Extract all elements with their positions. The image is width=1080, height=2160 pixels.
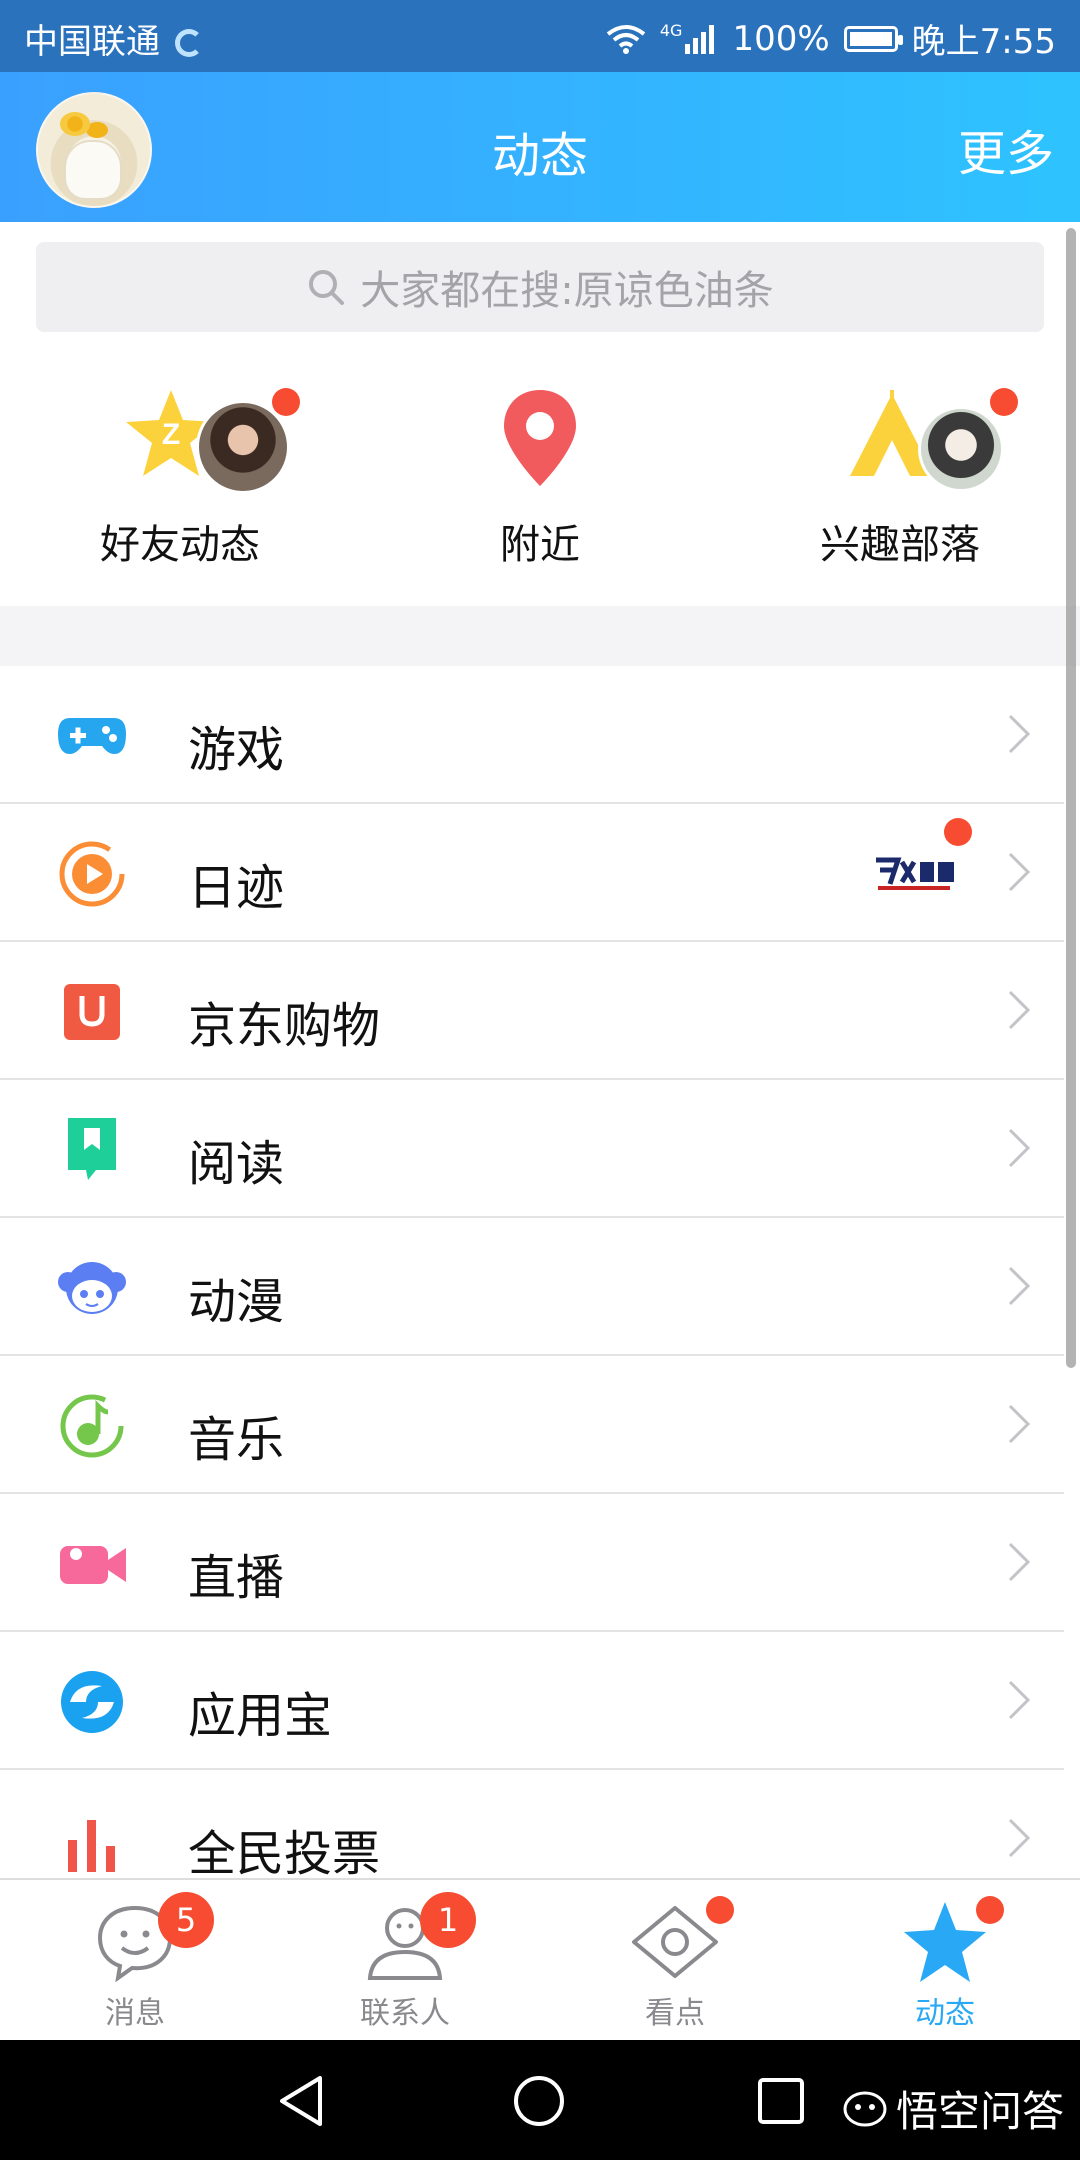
list-item-jd-shopping[interactable]: 京东购物 (0, 942, 1064, 1080)
quick-entry-nearby[interactable]: 附近 (360, 380, 720, 580)
wukong-logo-icon (843, 2091, 887, 2126)
carrier-logo-icon (174, 29, 203, 57)
list-item-reading[interactable]: 阅读 (0, 1080, 1064, 1218)
list-item-label: 动漫 (188, 1274, 285, 1330)
friend-avatar (196, 400, 290, 494)
list-item-label: 全民投票 (188, 1826, 381, 1878)
tab-feeds[interactable]: 动态 (810, 1880, 1080, 2042)
tribe-avatar (918, 406, 1004, 492)
search-icon (309, 270, 345, 305)
notification-dot (944, 818, 972, 846)
battery-icon (843, 25, 903, 52)
network-type: 4G (659, 21, 683, 40)
status-bar: 中国联通 4G 100% 晚上7:55 (0, 0, 1080, 72)
list-item-games[interactable]: 游戏 (0, 666, 1064, 804)
star-icon (904, 1902, 986, 1982)
unread-badge: 1 (420, 1892, 476, 1948)
list-item-live[interactable]: 直播 (0, 1494, 1064, 1632)
list-item-music[interactable]: 音乐 (0, 1356, 1064, 1494)
more-button[interactable]: 更多 (958, 114, 1054, 184)
scrollbar[interactable] (1066, 228, 1076, 1368)
list-item-daily-trace[interactable]: 日迹 (0, 804, 1064, 942)
tab-label: 动态 (915, 1996, 975, 2031)
battery-percent: 100% (732, 18, 830, 59)
bar-chart-icon (68, 1820, 115, 1872)
home-icon[interactable] (512, 2074, 566, 2128)
quick-entry-label: 好友动态 (100, 522, 260, 568)
list-item-label: 应用宝 (188, 1688, 333, 1744)
chevron-right-icon (1008, 1680, 1031, 1720)
quick-entry-interest-tribe[interactable]: 兴趣部落 (720, 380, 1080, 580)
chevron-right-icon (1008, 1542, 1031, 1582)
svg-text:Z: Z (162, 418, 180, 451)
app-store-icon (61, 1671, 123, 1733)
chevron-right-icon (1008, 1128, 1031, 1168)
chevron-right-icon (1008, 990, 1031, 1030)
tab-messages[interactable]: 5 消息 (0, 1880, 270, 2042)
system-nav-bar: 悟空问答 (0, 2040, 1080, 2160)
tab-kandian[interactable]: 看点 (540, 1880, 810, 2042)
chevron-right-icon (1008, 852, 1031, 892)
tab-label: 联系人 (360, 1996, 450, 2031)
location-pin-icon (504, 390, 576, 486)
dance-show-logo-icon (874, 854, 956, 890)
play-circle-icon (59, 841, 125, 907)
list-item-label: 音乐 (188, 1412, 285, 1468)
quick-entry-label: 兴趣部落 (820, 522, 980, 568)
list-item-label: 游戏 (188, 722, 285, 778)
chevron-right-icon (1008, 1818, 1031, 1858)
carrier-label: 中国联通 (24, 14, 203, 63)
chevron-right-icon (1008, 1266, 1031, 1306)
quick-entry-friends-feed[interactable]: Z 好友动态 (0, 380, 360, 580)
search-bar[interactable]: 大家都在搜:原谅色油条 (36, 242, 1044, 332)
chevron-right-icon (1008, 714, 1031, 754)
list-item-app-store[interactable]: 应用宝 (0, 1632, 1064, 1770)
anime-face-icon (58, 1262, 126, 1314)
list-item-label: 阅读 (188, 1136, 285, 1192)
quick-entry-label: 附近 (500, 522, 580, 568)
unread-badge: 5 (158, 1892, 214, 1948)
music-note-icon (60, 1394, 124, 1458)
tab-label: 消息 (105, 1996, 165, 2031)
chevron-right-icon (1008, 1404, 1031, 1444)
jd-bag-icon (64, 984, 120, 1040)
clock: 晚上7:55 (911, 22, 1056, 62)
top-header: 动态 更多 (0, 72, 1080, 222)
tab-label: 看点 (645, 1996, 705, 2031)
recents-icon[interactable] (756, 2076, 806, 2126)
list-item-label: 日迹 (188, 860, 285, 916)
book-bookmark-icon (68, 1118, 116, 1180)
notification-dot (990, 388, 1018, 416)
gamepad-icon (58, 718, 126, 754)
list-item-label: 直播 (188, 1550, 285, 1606)
watermark: 悟空问答 (842, 2078, 1064, 2139)
tab-contacts[interactable]: 1 联系人 (270, 1880, 540, 2042)
bottom-tab-bar: 5 消息 1 联系人 看点 动态 (0, 1878, 1080, 2042)
back-icon[interactable] (276, 2074, 326, 2128)
notification-dot (272, 388, 300, 416)
signal-icon (685, 24, 715, 54)
page-title: 动态 (491, 128, 588, 184)
search-placeholder: 大家都在搜:原谅色油条 (360, 268, 774, 314)
section-divider (0, 606, 1080, 666)
notification-dot (976, 1896, 1004, 1924)
notification-dot (706, 1896, 734, 1924)
list-item-voting[interactable]: 全民投票 (0, 1770, 1064, 1878)
wifi-icon (606, 24, 646, 54)
status-right: 4G 100% 晚上7:55 (606, 14, 1056, 63)
list-item-anime[interactable]: 动漫 (0, 1218, 1064, 1356)
video-camera-icon (60, 1546, 126, 1584)
list-item-label: 京东购物 (188, 998, 381, 1054)
